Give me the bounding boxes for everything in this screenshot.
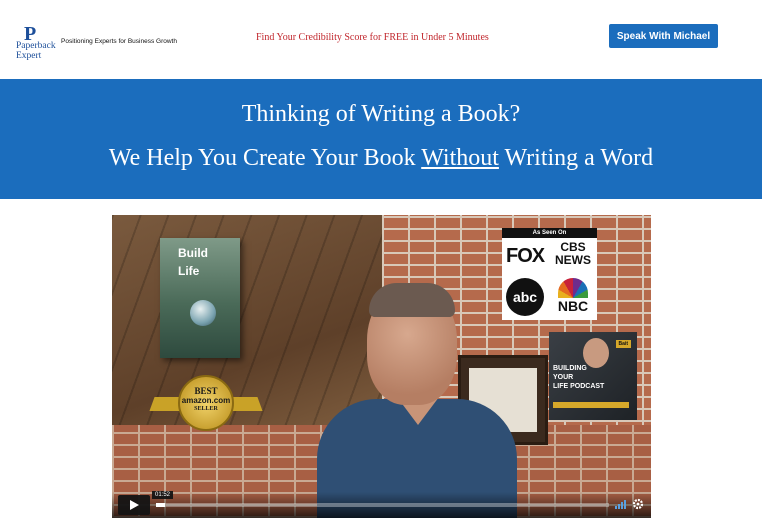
hero-subheadline-start: We Help You Create Your Book [108, 145, 422, 171]
podcast-title-line-3: LIFE PODCAST [553, 383, 605, 390]
volume-icon[interactable] [615, 499, 627, 509]
hero-banner: Thinking of Writing a Book? We Help You … [0, 79, 762, 199]
logo-line-1: Paperback [16, 41, 56, 51]
as-seen-on-heading: As Seen On [502, 228, 597, 238]
site-header: P Paperback Expert Positioning Experts f… [0, 0, 762, 79]
paperback-expert-logo[interactable]: P Paperback Expert [16, 24, 60, 61]
seal-brand-text: amazon.com [181, 396, 231, 405]
podcast-title-line-1: BUILDING [553, 365, 587, 372]
fox-logo: FOX [506, 245, 545, 267]
gear-icon[interactable] [632, 498, 644, 510]
play-button[interactable] [118, 495, 150, 515]
progress-fill [156, 503, 166, 507]
podcast-cover: Bait BUILDING YOUR LIFE PODCAST [549, 332, 637, 420]
cbs-news-logo: CBS NEWS [552, 241, 594, 267]
speak-with-michael-button[interactable]: Speak With Michael [609, 24, 718, 48]
crystal-ball-image [190, 300, 216, 326]
play-icon [130, 500, 139, 510]
logo-wordmark: Paperback Expert [16, 41, 60, 61]
tagline: Positioning Experts for Business Growth [61, 38, 177, 45]
podcast-title-line-2: YOUR [553, 374, 574, 381]
podcast-url-bar [553, 402, 629, 408]
book-title-line-2: Life [178, 264, 200, 278]
logo-line-2: Expert [16, 51, 42, 61]
cbs-logo-line-2: NEWS [555, 253, 591, 267]
hero-emphasis-word: Without [421, 145, 499, 171]
podcast-badge: Bait [615, 340, 631, 348]
video-player[interactable]: Build Life BEST amazon.com SELLER As See… [112, 215, 651, 518]
book-cover: Build Life [160, 238, 240, 358]
book-title-line-1: Build [178, 246, 208, 260]
hero-subheadline-end: Writing a Word [498, 145, 654, 171]
amazon-bestseller-seal: BEST amazon.com SELLER [149, 375, 263, 435]
nbc-wordmark: NBC [557, 298, 589, 314]
presenter-hair [369, 283, 455, 317]
progress-bar[interactable] [156, 503, 609, 507]
book-title: Build Life [178, 244, 208, 280]
timecode: 01:52 [152, 491, 174, 499]
seal-disc: BEST amazon.com SELLER [178, 375, 234, 431]
abc-logo: abc [506, 278, 544, 316]
as-seen-on-badge: As Seen On FOX CBS NEWS abc NBC [502, 228, 597, 320]
seal-seller-text: SELLER [194, 406, 218, 412]
seal-best-text: BEST [194, 386, 218, 396]
podcast-title: BUILDING YOUR LIFE PODCAST [553, 364, 635, 391]
video-controls: 01:52 [112, 491, 651, 518]
nbc-logo: NBC [552, 278, 594, 314]
presenter [317, 283, 517, 518]
nbc-peacock-icon [558, 278, 588, 298]
hero-headline: Thinking of Writing a Book? [241, 101, 521, 127]
hero-subheadline: We Help You Create Your Book Without Wri… [0, 143, 762, 173]
credibility-score-link[interactable]: Find Your Credibility Score for FREE in … [256, 32, 489, 43]
